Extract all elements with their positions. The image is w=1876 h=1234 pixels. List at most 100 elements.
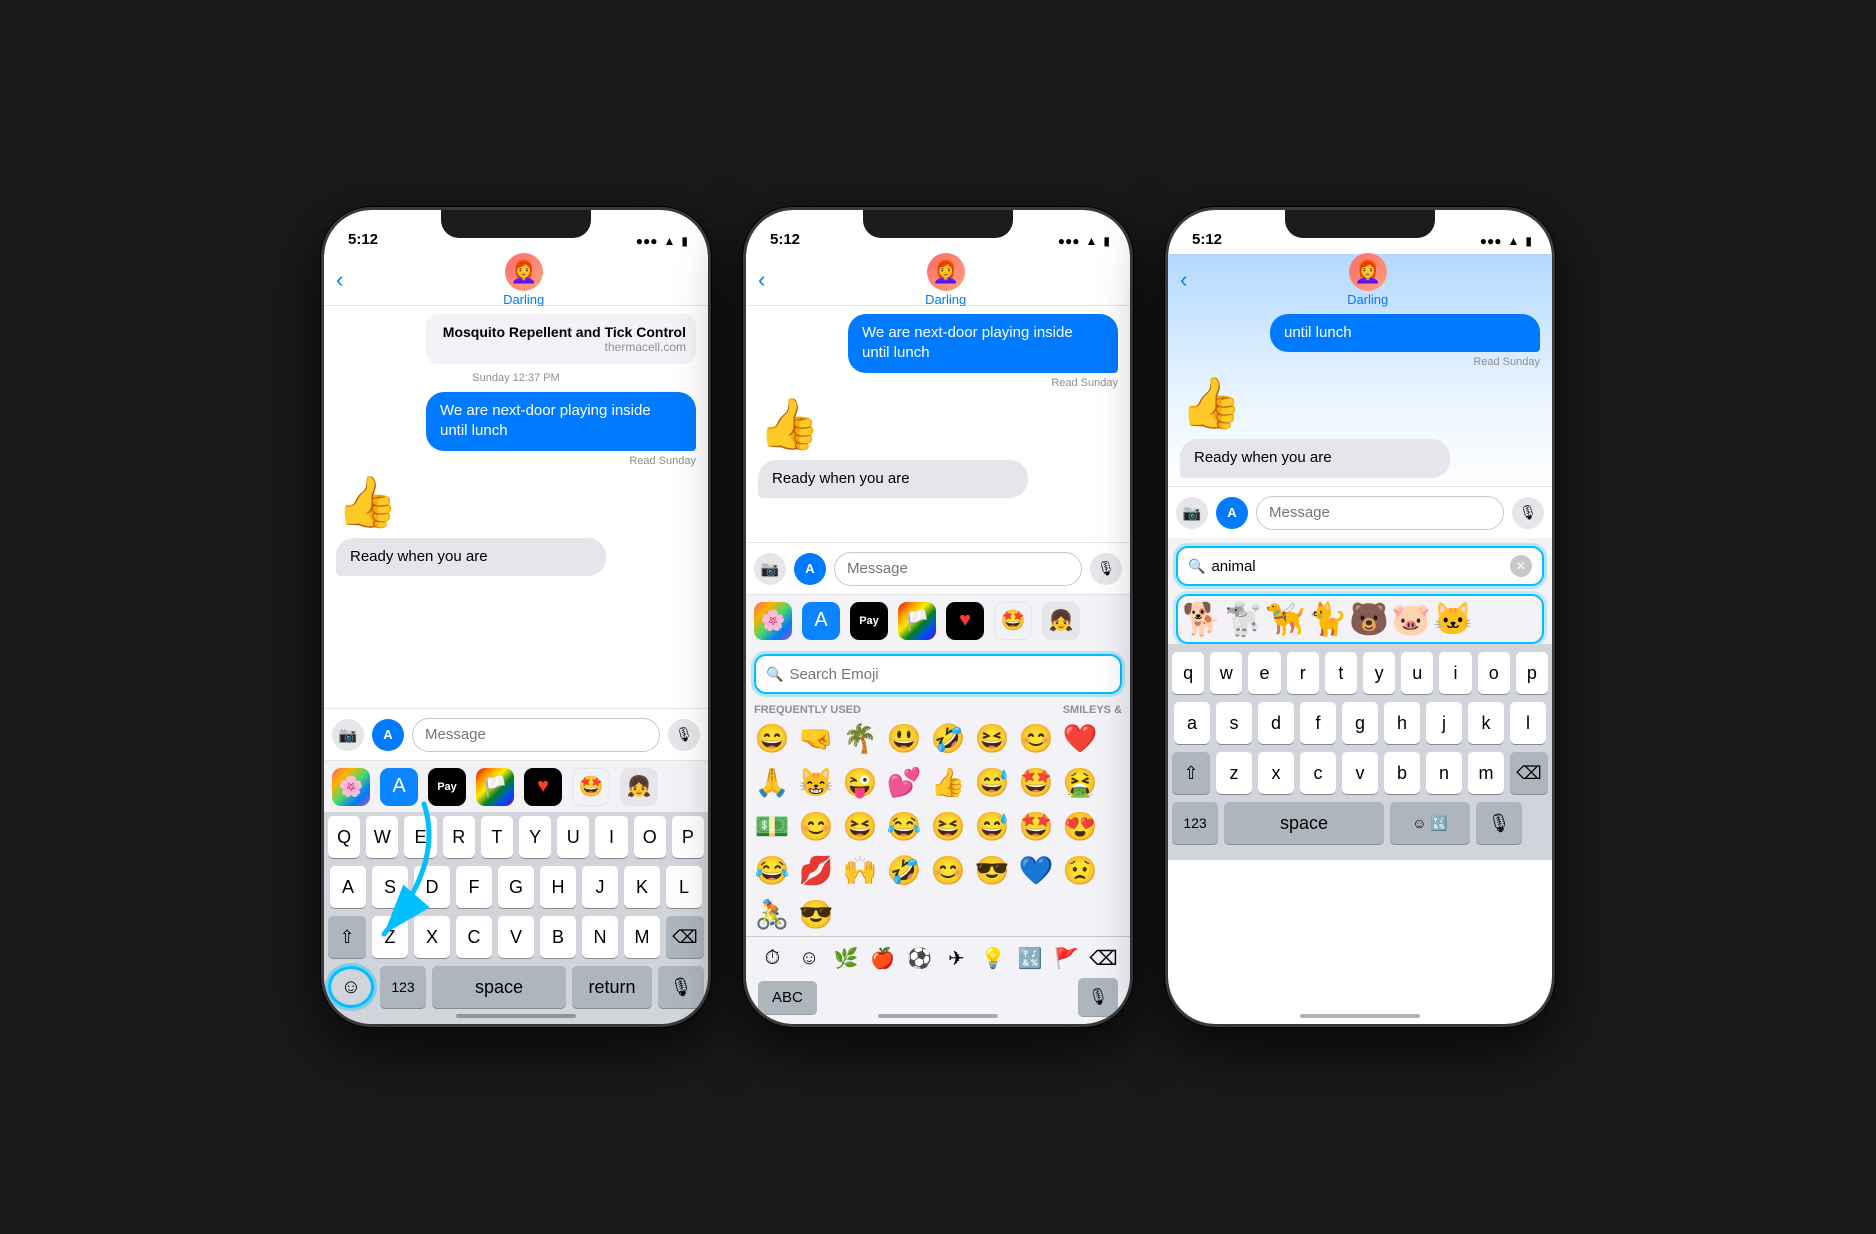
emoji-search-input-2[interactable] xyxy=(789,666,1110,683)
key-R[interactable]: R xyxy=(443,816,475,858)
symbols-tab[interactable]: 🔣 xyxy=(1012,946,1049,971)
pride-app-2[interactable]: 🏳️ xyxy=(898,602,936,640)
clear-search-button[interactable]: ✕ xyxy=(1510,555,1532,577)
emoji-cell[interactable]: 🤣 xyxy=(882,848,926,892)
emoji-cell[interactable]: 😟 xyxy=(1058,848,1102,892)
key-T[interactable]: T xyxy=(481,816,513,858)
appstore-app-1[interactable]: A xyxy=(380,768,418,806)
audio-button-1[interactable]: 🎙 xyxy=(668,719,700,751)
key-k[interactable]: k xyxy=(1468,702,1504,744)
key-U[interactable]: U xyxy=(557,816,589,858)
emoji-cell[interactable]: 😃 xyxy=(882,716,926,760)
emoji-cell[interactable]: 😅 xyxy=(970,760,1014,804)
emoji-cell[interactable]: 🚴 xyxy=(750,892,794,936)
applepay-app-2[interactable]: Pay xyxy=(850,602,888,640)
key-I[interactable]: I xyxy=(595,816,627,858)
memoji-app-2[interactable]: 🤩 xyxy=(994,602,1032,640)
emoji-button-1[interactable]: ☺ xyxy=(328,966,374,1008)
camera-button-2[interactable]: 📷 xyxy=(754,553,786,585)
key-D[interactable]: D xyxy=(414,866,450,908)
emoji-cell[interactable]: 💋 xyxy=(794,848,838,892)
key-F[interactable]: F xyxy=(456,866,492,908)
key-X[interactable]: X xyxy=(414,916,450,958)
key-b[interactable]: b xyxy=(1384,752,1420,794)
key-e[interactable]: e xyxy=(1248,652,1280,694)
key-i[interactable]: i xyxy=(1439,652,1471,694)
key-j[interactable]: j xyxy=(1426,702,1462,744)
key-h[interactable]: h xyxy=(1384,702,1420,744)
key-d[interactable]: d xyxy=(1258,702,1294,744)
avatar-1[interactable]: 👩‍🦰 xyxy=(505,253,543,291)
key-v[interactable]: v xyxy=(1342,752,1378,794)
emoji-cell[interactable]: 😸 xyxy=(794,760,838,804)
travel-tab[interactable]: ✈ xyxy=(938,946,975,971)
key-m[interactable]: m xyxy=(1468,752,1504,794)
animal-result-pig[interactable]: 🐷 xyxy=(1391,600,1431,638)
audio-button-3[interactable]: 🎙 xyxy=(1512,497,1544,529)
emoji-search-bar-2[interactable]: 🔍 xyxy=(754,654,1122,694)
key-s[interactable]: s xyxy=(1216,702,1252,744)
emoji-cell[interactable]: 😅 xyxy=(970,804,1014,848)
back-button-3[interactable]: ‹ xyxy=(1180,267,1187,293)
food-tab[interactable]: 🍎 xyxy=(864,946,901,971)
key-E[interactable]: E xyxy=(404,816,436,858)
key-x[interactable]: x xyxy=(1258,752,1294,794)
key-w[interactable]: w xyxy=(1210,652,1242,694)
emoji-cell[interactable]: 💙 xyxy=(1014,848,1058,892)
camera-button-1[interactable]: 📷 xyxy=(332,719,364,751)
applepay-app-1[interactable]: Pay xyxy=(428,768,466,806)
animal-search-bar[interactable]: 🔍 ✕ xyxy=(1176,546,1544,586)
key-o[interactable]: o xyxy=(1478,652,1510,694)
emoji-cell[interactable]: 😂 xyxy=(750,848,794,892)
emoji-cell[interactable]: 🙌 xyxy=(838,848,882,892)
key-shift[interactable]: ⇧ xyxy=(328,916,366,958)
key-space-3[interactable]: space xyxy=(1224,802,1384,844)
key-f[interactable]: f xyxy=(1300,702,1336,744)
key-L[interactable]: L xyxy=(666,866,702,908)
objects-tab[interactable]: 💡 xyxy=(975,946,1012,971)
key-W[interactable]: W xyxy=(366,816,398,858)
key-num-3[interactable]: 123 xyxy=(1172,802,1218,844)
message-input-2[interactable] xyxy=(834,552,1082,586)
delete-tab[interactable]: ⌫ xyxy=(1085,946,1122,971)
heart-app-1[interactable]: ♥ xyxy=(524,768,562,806)
key-u[interactable]: u xyxy=(1401,652,1433,694)
key-n[interactable]: n xyxy=(1426,752,1462,794)
appstore-app-2[interactable]: A xyxy=(802,602,840,640)
emoji-cell[interactable]: 🤣 xyxy=(926,716,970,760)
flags-tab[interactable]: 🚩 xyxy=(1048,946,1085,971)
emoji-cell[interactable]: ❤️ xyxy=(1058,716,1102,760)
emoji-cell[interactable]: 😂 xyxy=(882,804,926,848)
emoji-cell[interactable]: 💕 xyxy=(882,760,926,804)
message-input-1[interactable] xyxy=(412,718,660,752)
key-P[interactable]: P xyxy=(672,816,704,858)
key-return-1[interactable]: return xyxy=(572,966,652,1008)
key-K[interactable]: K xyxy=(624,866,660,908)
emoji-cell[interactable]: 👍 xyxy=(926,760,970,804)
more-app-2[interactable]: 👧 xyxy=(1042,602,1080,640)
key-delete[interactable]: ⌫ xyxy=(666,916,704,958)
key-emoji-3[interactable]: ☺ 🔣 xyxy=(1390,802,1470,844)
animal-result-guide-dog[interactable]: 🦮 xyxy=(1266,600,1306,638)
key-l[interactable]: l xyxy=(1510,702,1546,744)
key-Z[interactable]: Z xyxy=(372,916,408,958)
emoji-cell[interactable]: 💵 xyxy=(750,804,794,848)
animal-result-kitty[interactable]: 🐱 xyxy=(1433,600,1473,638)
link-card-1[interactable]: Mosquito Repellent and Tick Control ther… xyxy=(426,314,696,364)
photos-app-2[interactable]: 🌸 xyxy=(754,602,792,640)
back-button-2[interactable]: ‹ xyxy=(758,267,765,293)
key-Y[interactable]: Y xyxy=(519,816,551,858)
key-shift-3[interactable]: ⇧ xyxy=(1172,752,1210,794)
mic-button-1[interactable]: 🎙 xyxy=(658,966,704,1008)
animal-result-bear[interactable]: 🐻 xyxy=(1349,600,1389,638)
camera-button-3[interactable]: 📷 xyxy=(1176,497,1208,529)
emoji-cell[interactable]: 🌴 xyxy=(838,716,882,760)
key-g[interactable]: g xyxy=(1342,702,1378,744)
apps-button-2[interactable]: A xyxy=(794,553,826,585)
audio-button-2[interactable]: 🎙 xyxy=(1090,553,1122,585)
key-O[interactable]: O xyxy=(634,816,666,858)
emoji-cell[interactable]: 😎 xyxy=(794,892,838,936)
key-num-1[interactable]: 123 xyxy=(380,966,426,1008)
key-space-1[interactable]: space xyxy=(432,966,566,1008)
emoji-cell[interactable]: 🤩 xyxy=(1014,760,1058,804)
